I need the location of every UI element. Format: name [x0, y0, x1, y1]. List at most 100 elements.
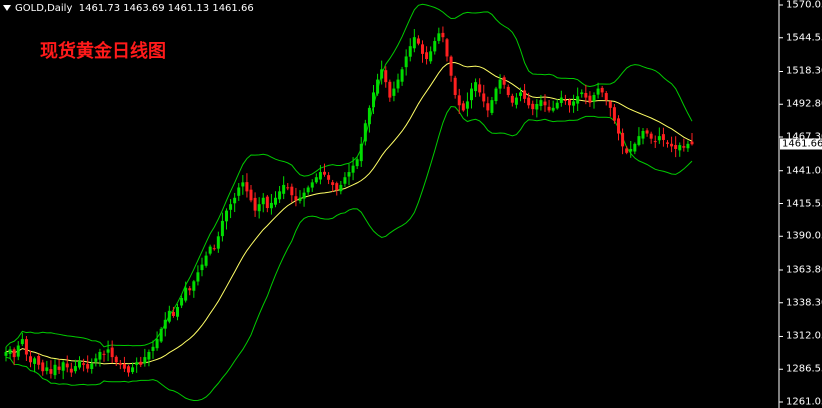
candle-body [555, 102, 559, 109]
candle-body [208, 246, 212, 254]
candle-body [127, 366, 130, 373]
candle-body [661, 134, 665, 140]
candle-body [400, 69, 404, 82]
candle-body [131, 367, 135, 373]
candle-body [572, 101, 576, 106]
candle-body [629, 148, 633, 152]
candle-body [274, 197, 277, 205]
candle-body [167, 310, 171, 322]
dropdown-icon[interactable] [3, 5, 11, 11]
candle-body [290, 186, 294, 196]
candle-body [200, 264, 204, 271]
candle-body [563, 99, 567, 101]
candle-body [69, 368, 73, 373]
chart-header: GOLD,Daily 1461.73 1463.69 1461.13 1461.… [3, 3, 254, 14]
candles [4, 26, 694, 380]
candle-body [690, 141, 694, 145]
candle-body [523, 90, 527, 99]
candle-body [445, 39, 449, 57]
candle-body [306, 187, 310, 193]
candle-body [482, 93, 486, 102]
candle-body [551, 107, 555, 111]
candle-body [682, 146, 686, 148]
candle-body [176, 306, 179, 317]
candle-body [327, 175, 331, 180]
candle-body [531, 103, 535, 110]
candle-body [376, 79, 380, 94]
price-tick: 1390.05 [786, 230, 822, 242]
candle-body [449, 56, 453, 76]
candle-body [86, 364, 90, 369]
candle-body [519, 92, 522, 96]
candle-body [559, 97, 563, 103]
candle-body [314, 177, 318, 183]
candle-body [412, 37, 416, 49]
candle-body [278, 191, 282, 200]
price-tick: 1363.80 [786, 264, 822, 276]
candle-body [20, 339, 24, 345]
candle-body [106, 349, 110, 353]
candle-body [686, 143, 690, 149]
candle-body [78, 360, 81, 368]
candle-body [98, 351, 102, 360]
candle-body [102, 353, 106, 355]
price-tick: 1338.30 [786, 297, 822, 309]
candle-body [90, 363, 94, 369]
price-tick: 1312.05 [786, 330, 822, 342]
candle-body [249, 189, 253, 201]
candle-body [510, 95, 514, 103]
candle-body [257, 204, 261, 212]
candle-body [29, 356, 32, 363]
candle-body [229, 204, 233, 210]
candle-body [539, 100, 543, 107]
candle-body [470, 88, 473, 101]
candle-body [335, 183, 339, 191]
candle-body [147, 351, 151, 360]
candle-body [604, 93, 608, 101]
candle-body [657, 136, 661, 141]
candle-body [588, 95, 592, 103]
candle-body [12, 349, 16, 358]
candle-body [188, 288, 192, 291]
candle-body [363, 123, 367, 142]
price-tick: 1441.05 [786, 165, 822, 177]
candle-body [114, 356, 118, 363]
candle-body [110, 347, 114, 358]
candle-body [596, 88, 600, 95]
candle-body [416, 38, 420, 44]
candle-body [465, 101, 469, 109]
candle-body [433, 41, 437, 52]
candle-body [163, 319, 167, 329]
price-tick: 1518.30 [786, 65, 822, 77]
candle-body [82, 363, 86, 365]
candle-body [139, 361, 143, 365]
price-tick: 1286.55 [786, 363, 822, 375]
candle-body [4, 351, 8, 356]
candle-body [49, 369, 53, 374]
moving-average-line [5, 61, 693, 365]
price-tick: 1544.55 [786, 32, 822, 44]
candle-body [233, 197, 237, 204]
candle-body [53, 364, 57, 376]
candle-body [474, 82, 478, 92]
candle-body [396, 79, 400, 89]
candle-body [269, 202, 273, 209]
current-price-tag: 1461.66 [780, 138, 822, 150]
candle-body [286, 187, 290, 189]
candle-body [486, 103, 490, 111]
candle-body [527, 97, 531, 106]
candle-body [359, 143, 363, 162]
candle-body [367, 107, 371, 125]
candle-body [625, 148, 629, 153]
candle-body [225, 210, 228, 222]
candle-body [57, 366, 61, 370]
candle-body [298, 197, 302, 201]
candle-body [265, 196, 269, 209]
candle-body [302, 192, 306, 199]
candle-body [645, 130, 649, 134]
candle-body [45, 367, 49, 371]
symbol-label: GOLD,Daily [15, 3, 73, 14]
candle-body [621, 132, 625, 147]
candle-body [576, 96, 580, 104]
candle-body [568, 99, 571, 106]
